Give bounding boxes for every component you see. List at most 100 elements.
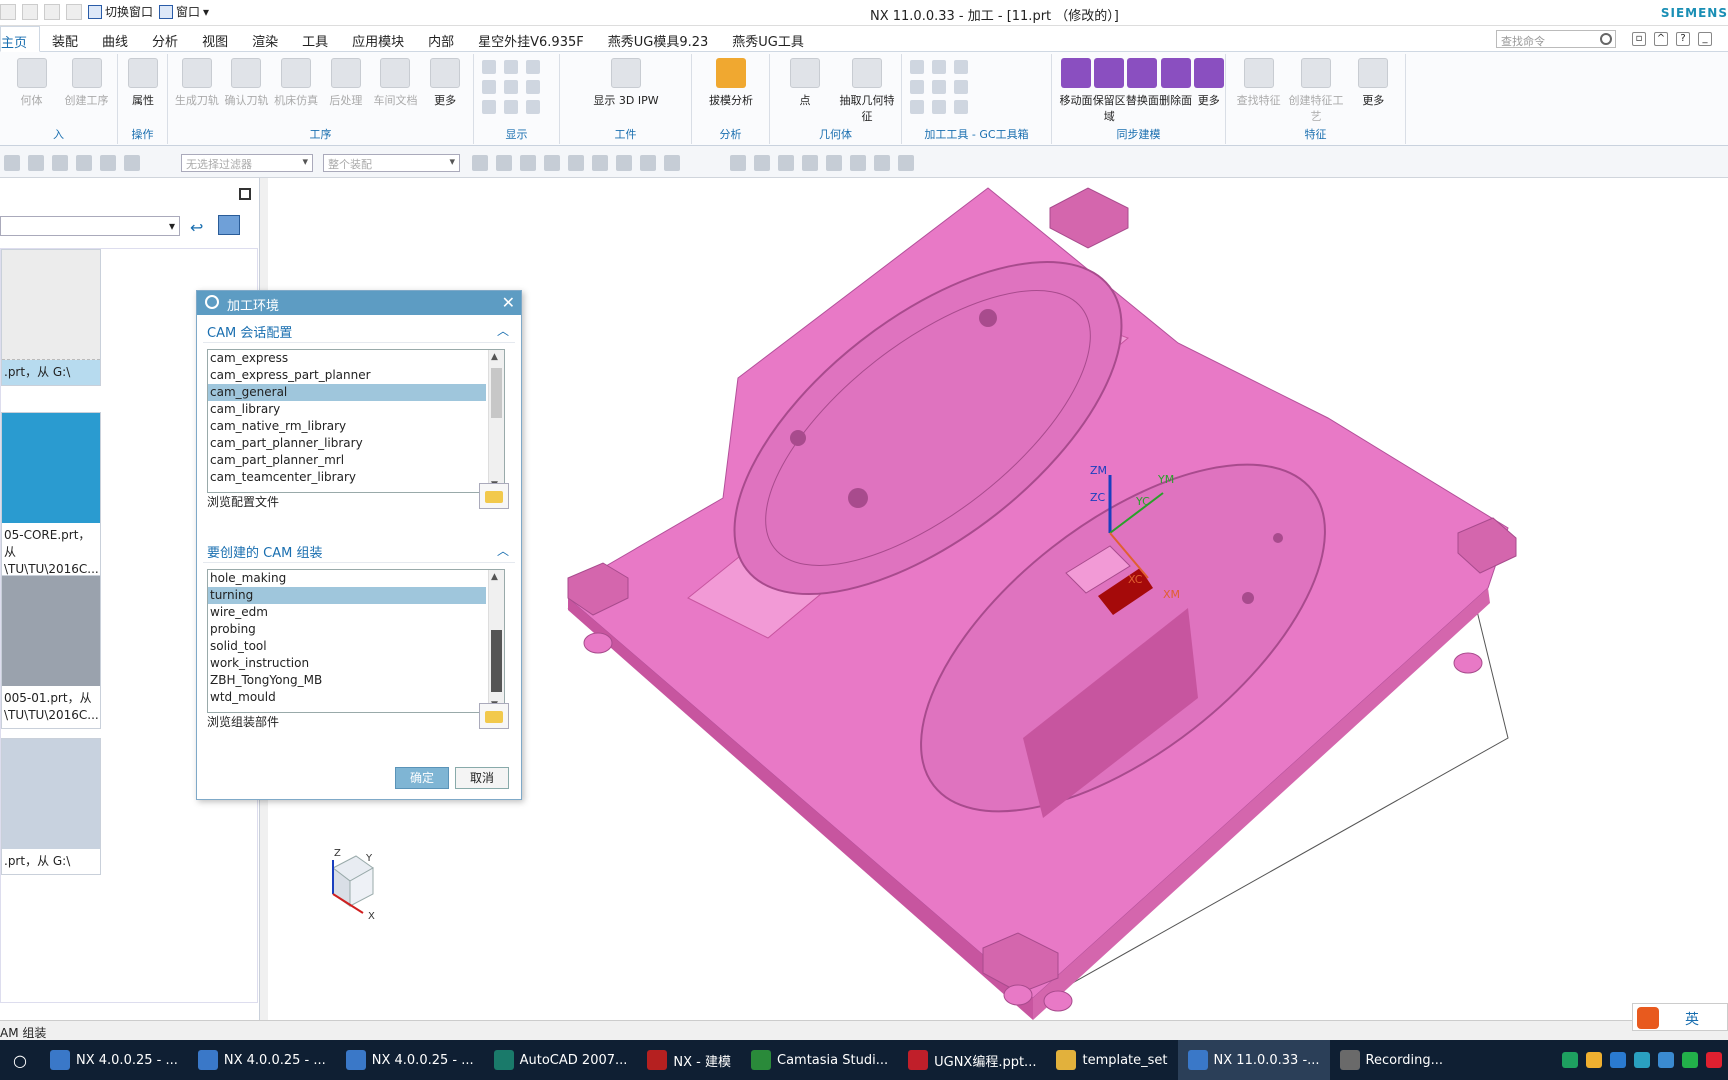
select-icon[interactable]	[76, 155, 92, 171]
tool-icon[interactable]	[526, 80, 540, 94]
back-arrow-icon[interactable]: ↩	[190, 218, 203, 237]
paste-icon[interactable]	[44, 3, 60, 20]
tool-icon[interactable]	[504, 80, 518, 94]
menu-tab[interactable]: 内部	[416, 26, 466, 52]
tool-icon[interactable]	[954, 100, 968, 114]
ribbon-button[interactable]: 生成刀轨	[172, 58, 222, 108]
menu-tab[interactable]: 装配	[40, 26, 90, 52]
snap-icon[interactable]	[568, 155, 584, 171]
tool-icon[interactable]	[504, 60, 518, 74]
tool-icon[interactable]	[910, 60, 924, 74]
scroll-thumb[interactable]	[491, 630, 502, 692]
select-icon[interactable]	[124, 155, 140, 171]
list-item[interactable]: cam_library	[208, 401, 486, 418]
taskbar-item[interactable]: Camtasia Studi...	[741, 1040, 898, 1080]
history-card[interactable]: 005-01.prt，从 \TU\TU\2016C...	[1, 575, 101, 729]
select-icon[interactable]	[28, 155, 44, 171]
ribbon-group-label[interactable]: 几何体	[770, 126, 901, 142]
scrollbar[interactable]: ▲ ▼	[488, 570, 504, 712]
copy-icon[interactable]	[22, 3, 38, 20]
ribbon-button[interactable]: 属性	[122, 58, 164, 108]
tray-icon[interactable]	[1658, 1052, 1674, 1068]
tool-icon[interactable]	[954, 80, 968, 94]
view-icon[interactable]	[850, 155, 866, 171]
snap-icon[interactable]	[616, 155, 632, 171]
ok-button[interactable]: 确定	[395, 767, 449, 789]
select-icon[interactable]	[52, 155, 68, 171]
menu-tab[interactable]: 分析	[140, 26, 190, 52]
view-icon[interactable]	[754, 155, 770, 171]
search-icon[interactable]	[1600, 33, 1612, 45]
tool-icon[interactable]	[954, 60, 968, 74]
ribbon-group-label[interactable]: 操作	[118, 126, 167, 142]
menu-tab[interactable]: 曲线	[90, 26, 140, 52]
scroll-up-icon[interactable]: ▲	[491, 352, 498, 362]
assembly-scope-dropdown[interactable]: 整个装配	[323, 154, 460, 172]
taskbar-item[interactable]: template_set	[1046, 1040, 1177, 1080]
cam-session-config-header[interactable]: CAM 会话配置 ︿	[203, 317, 515, 343]
taskbar-item[interactable]: NX 4.0.0.25 - ...	[40, 1040, 188, 1080]
tool-icon[interactable]	[526, 100, 540, 114]
list-item[interactable]: wire_edm	[208, 604, 486, 621]
list-item[interactable]: cam_teamcenter_library	[208, 469, 486, 486]
ribbon-group-label[interactable]: 入	[0, 126, 117, 142]
list-item[interactable]: cam_general	[208, 384, 486, 401]
tool-icon[interactable]	[482, 100, 496, 114]
ribbon-button[interactable]: 更多	[1189, 58, 1229, 108]
list-item[interactable]: work_instruction	[208, 655, 486, 672]
menu-tab[interactable]: 渲染	[240, 26, 290, 52]
maximize-icon[interactable]	[239, 188, 251, 200]
scrollbar[interactable]: ▲ ▼	[488, 350, 504, 492]
ribbon-button[interactable]: 创建工序	[59, 58, 114, 108]
tool-icon[interactable]	[932, 100, 946, 114]
ribbon-group-label[interactable]: 显示	[474, 126, 559, 142]
menu-tab[interactable]: 应用模块	[340, 26, 416, 52]
restore-icon[interactable]: ▫	[1632, 32, 1646, 46]
menu-tab[interactable]: 星空外挂V6.935F	[466, 26, 596, 52]
open-folder-icon[interactable]	[479, 703, 509, 729]
undo-icon[interactable]	[0, 3, 16, 20]
ribbon-button[interactable]: 显示 3D IPW	[564, 58, 688, 108]
view-icon[interactable]	[826, 155, 842, 171]
list-item[interactable]: ZBH_TongYong_MB	[208, 672, 486, 689]
search-icon[interactable]: ○	[0, 1040, 40, 1080]
minimize-icon[interactable]: _	[1698, 32, 1712, 46]
ribbon-button[interactable]: 抽取几何特征	[836, 58, 898, 124]
list-item[interactable]: wtd_mould	[208, 689, 486, 706]
switch-window-button[interactable]: 切换窗口	[88, 3, 153, 20]
view-icon[interactable]	[874, 155, 890, 171]
tool-icon[interactable]	[932, 60, 946, 74]
view-icon[interactable]	[802, 155, 818, 171]
ribbon-group-label[interactable]: 加工工具 - GC工具箱	[902, 126, 1051, 142]
taskbar-item[interactable]: UGNX编程.ppt...	[898, 1040, 1046, 1080]
dialog-title-bar[interactable]: 加工环境 ✕	[197, 291, 521, 315]
taskbar-item[interactable]: NX 4.0.0.25 - ...	[188, 1040, 336, 1080]
taskbar-item[interactable]: Recording...	[1330, 1040, 1453, 1080]
taskbar-item[interactable]: NX 4.0.0.25 - ...	[336, 1040, 484, 1080]
ribbon-button[interactable]: 车间文档	[371, 58, 421, 108]
ribbon-button[interactable]: 后处理	[321, 58, 371, 108]
snap-icon[interactable]	[520, 155, 536, 171]
tool-icon[interactable]	[482, 60, 496, 74]
select-icon[interactable]	[100, 155, 116, 171]
selection-filter-dropdown[interactable]: 无选择过滤器	[181, 154, 313, 172]
taskbar-item[interactable]: NX 11.0.0.33 -...	[1177, 1040, 1330, 1080]
tool-icon[interactable]	[910, 80, 924, 94]
repeat-icon[interactable]	[66, 3, 82, 20]
ime-indicator[interactable]: 英	[1632, 1003, 1728, 1031]
ribbon-button[interactable]: 何体	[4, 58, 59, 108]
tray-icon[interactable]	[1706, 1052, 1722, 1068]
ribbon-button[interactable]: 查找特征	[1230, 58, 1287, 108]
list-item[interactable]: cam_express	[208, 350, 486, 367]
tool-icon[interactable]	[526, 60, 540, 74]
menu-tab[interactable]: 燕秀UG模具9.23	[596, 26, 721, 52]
tool-icon[interactable]	[910, 100, 924, 114]
tool-icon[interactable]	[932, 80, 946, 94]
ribbon-button[interactable]: 机床仿真	[271, 58, 321, 108]
tool-icon[interactable]	[504, 100, 518, 114]
view-icon[interactable]	[778, 155, 794, 171]
help-icon[interactable]: ?	[1676, 32, 1690, 46]
cam-setup-header[interactable]: 要创建的 CAM 组装 ︿	[203, 537, 515, 563]
view-icon[interactable]	[730, 155, 746, 171]
menu-tab[interactable]: 燕秀UG工具	[720, 26, 816, 52]
